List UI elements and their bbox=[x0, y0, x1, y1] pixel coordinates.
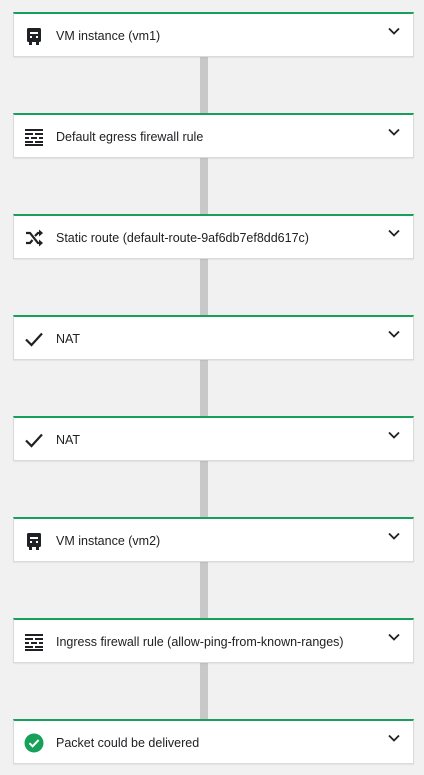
firewall-icon bbox=[24, 127, 44, 147]
chevron-down-icon[interactable] bbox=[386, 629, 402, 645]
chevron-down-icon[interactable] bbox=[386, 528, 402, 544]
flow-connector bbox=[200, 461, 208, 517]
vm-instance-icon bbox=[24, 531, 44, 551]
chevron-down-icon[interactable] bbox=[386, 124, 402, 140]
chevron-down-icon[interactable] bbox=[386, 225, 402, 241]
check-icon bbox=[24, 329, 44, 349]
trace-step-nat-1[interactable]: NAT bbox=[13, 315, 414, 360]
step-label: NAT bbox=[56, 332, 81, 346]
trace-step-static-route[interactable]: Static route (default-route-9af6db7ef8dd… bbox=[13, 214, 414, 259]
flow-connector bbox=[200, 259, 208, 315]
step-label: Packet could be delivered bbox=[56, 736, 200, 750]
step-label: Default egress firewall rule bbox=[56, 130, 204, 144]
flow-connector bbox=[200, 360, 208, 416]
chevron-down-icon[interactable] bbox=[386, 427, 402, 443]
trace-step-nat-2[interactable]: NAT bbox=[13, 416, 414, 461]
step-label: VM instance (vm1) bbox=[56, 29, 161, 43]
step-label: NAT bbox=[56, 433, 81, 447]
flow-connector bbox=[200, 57, 208, 113]
chevron-down-icon[interactable] bbox=[386, 326, 402, 342]
chevron-down-icon[interactable] bbox=[386, 23, 402, 39]
trace-step-vm-instance-vm2[interactable]: VM instance (vm2) bbox=[13, 517, 414, 562]
vm-instance-icon bbox=[24, 26, 44, 46]
trace-step-packet-delivered[interactable]: Packet could be delivered bbox=[13, 719, 414, 764]
trace-step-default-egress-firewall-rule[interactable]: Default egress firewall rule bbox=[13, 113, 414, 158]
check-icon bbox=[24, 430, 44, 450]
step-label: Static route (default-route-9af6db7ef8dd… bbox=[56, 231, 309, 245]
trace-step-ingress-firewall-rule[interactable]: Ingress firewall rule (allow-ping-from-k… bbox=[13, 618, 414, 663]
flow-connector bbox=[200, 562, 208, 618]
chevron-down-icon[interactable] bbox=[386, 730, 402, 746]
flow-connector bbox=[200, 663, 208, 719]
flow-connector bbox=[200, 158, 208, 214]
firewall-icon bbox=[24, 632, 44, 652]
step-label: VM instance (vm2) bbox=[56, 534, 161, 548]
step-label: Ingress firewall rule (allow-ping-from-k… bbox=[56, 635, 344, 649]
connectivity-trace: VM instance (vm1) Default egress firewal… bbox=[13, 12, 414, 764]
shuffle-route-icon bbox=[24, 228, 44, 248]
trace-step-vm-instance-vm1[interactable]: VM instance (vm1) bbox=[13, 12, 414, 57]
check-circle-icon bbox=[24, 733, 44, 753]
